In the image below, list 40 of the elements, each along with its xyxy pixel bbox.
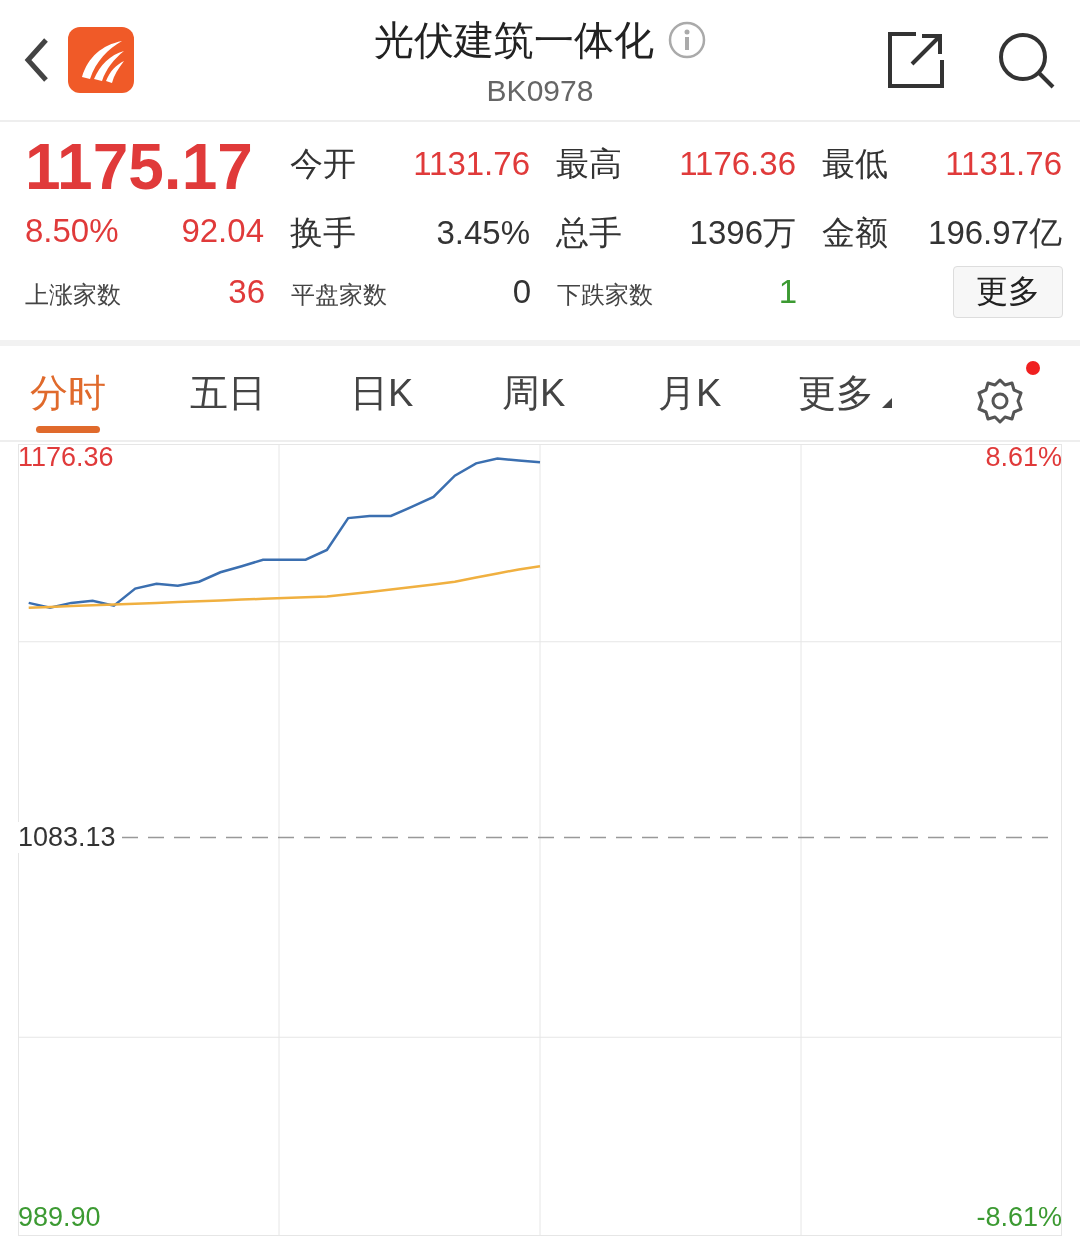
change-amount: 92.04 bbox=[181, 212, 264, 250]
count-value: 1 bbox=[778, 273, 797, 311]
chart-tab[interactable]: 五日 bbox=[190, 353, 350, 433]
stat-label: 最低 bbox=[822, 144, 888, 184]
stat-value: 1396万 bbox=[689, 213, 796, 253]
stat-label: 换手 bbox=[290, 213, 356, 253]
more-button[interactable]: 更多 bbox=[953, 266, 1063, 318]
app-logo bbox=[68, 27, 134, 93]
chart-tab[interactable]: 更多 bbox=[798, 353, 948, 433]
axis-label: 8.61% bbox=[985, 441, 1062, 473]
current-price: 1175.17 bbox=[25, 136, 254, 198]
count-label: 上涨家数 bbox=[25, 280, 121, 310]
count-label: 平盘家数 bbox=[291, 280, 387, 310]
count-label: 下跌家数 bbox=[557, 280, 653, 310]
chart-tab[interactable]: 日K bbox=[350, 353, 502, 433]
change-percent: 8.50% bbox=[25, 212, 119, 250]
page-title: 光伏建筑一体化 bbox=[374, 16, 654, 64]
axis-label: 1083.13 bbox=[18, 821, 116, 853]
chart-tab[interactable]: 月K bbox=[658, 353, 798, 433]
settings-button[interactable] bbox=[976, 361, 1040, 425]
axis-label: 1176.36 bbox=[18, 441, 114, 473]
back-icon[interactable] bbox=[24, 36, 50, 84]
search-icon[interactable] bbox=[996, 30, 1056, 90]
stat-label: 金额 bbox=[822, 213, 888, 253]
axis-label: -8.61% bbox=[976, 1201, 1062, 1233]
stat-label: 总手 bbox=[556, 213, 622, 253]
stat-label: 今开 bbox=[290, 144, 356, 184]
stat-value: 1176.36 bbox=[679, 145, 796, 183]
share-icon[interactable] bbox=[886, 30, 946, 90]
stat-value: 1131.76 bbox=[413, 145, 530, 183]
stat-value: 196.97亿 bbox=[928, 213, 1062, 253]
caret-icon bbox=[882, 398, 892, 408]
count-value: 0 bbox=[512, 273, 531, 311]
stat-label: 最高 bbox=[556, 144, 622, 184]
axis-label: 989.90 bbox=[18, 1201, 101, 1233]
chart-tab[interactable]: 周K bbox=[502, 353, 658, 433]
stat-value: 1131.76 bbox=[945, 145, 1062, 183]
stat-value: 3.45% bbox=[436, 214, 530, 252]
board-code: BK0978 bbox=[486, 73, 594, 108]
count-value: 36 bbox=[228, 273, 265, 311]
